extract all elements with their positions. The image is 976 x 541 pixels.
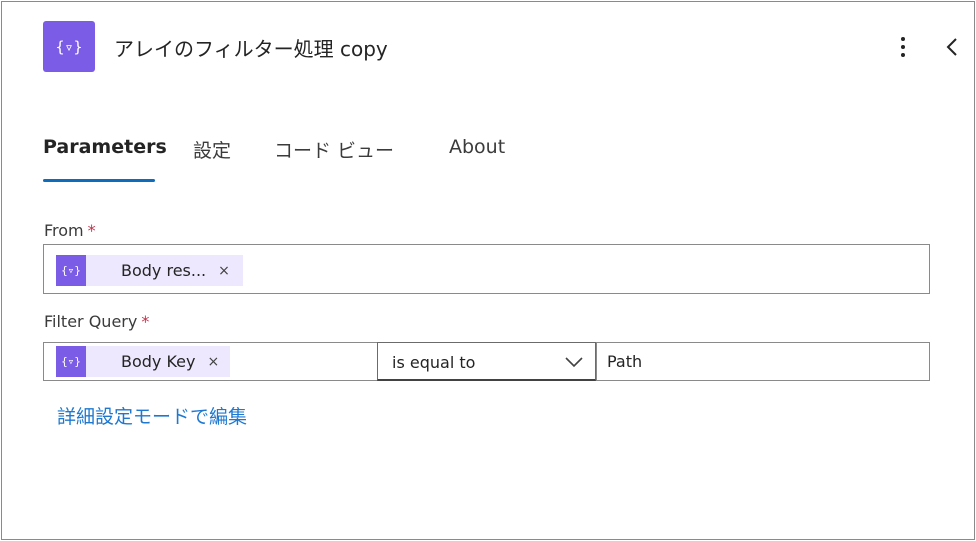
action-panel: {▿} アレイのフィルター処理 copy Parameters 設定 コード ビ… (1, 1, 975, 540)
filter-left-operand-input[interactable]: {▿} Body Key × (43, 342, 378, 381)
from-label-text: From (44, 221, 84, 240)
collapse-panel-button[interactable] (940, 32, 964, 62)
remove-token-icon[interactable]: × (207, 354, 219, 370)
required-mark: * (87, 221, 96, 240)
filter-array-icon: {▿} (43, 21, 95, 72)
tab-parameters[interactable]: Parameters (43, 136, 167, 158)
more-vertical-icon-dot (901, 45, 905, 49)
app-icon-glyph: {▿} (55, 37, 83, 56)
tab-about[interactable]: About (449, 136, 505, 158)
chevron-left-icon (946, 38, 957, 56)
chevron-down-icon (565, 357, 583, 368)
more-vertical-icon-dot (901, 53, 905, 57)
active-tab-indicator (43, 179, 155, 182)
filter-left-token[interactable]: {▿} Body Key × (56, 346, 230, 377)
token-icon-glyph: {▿} (61, 264, 81, 277)
token-icon-glyph: {▿} (61, 355, 81, 368)
dynamic-content-icon: {▿} (56, 255, 86, 286)
from-input[interactable]: {▿} Body res... × (43, 244, 930, 294)
operator-select[interactable]: is equal to (377, 342, 596, 381)
from-token[interactable]: {▿} Body res... × (56, 255, 243, 286)
tab-settings[interactable]: 設定 (193, 136, 231, 163)
edit-advanced-mode-link[interactable]: 詳細設定モードで編集 (57, 402, 247, 429)
tab-code-view[interactable]: コード ビュー (274, 136, 394, 163)
remove-token-icon[interactable]: × (218, 263, 230, 279)
more-options-button[interactable] (892, 32, 914, 62)
filter-right-operand-input[interactable]: Path (596, 342, 930, 381)
filter-query-label: Filter Query * (44, 312, 149, 331)
filter-query-label-text: Filter Query (44, 312, 138, 331)
required-mark: * (141, 312, 150, 331)
from-label: From * (44, 221, 96, 240)
dynamic-content-icon: {▿} (56, 346, 86, 377)
from-token-label: Body res... (121, 261, 207, 280)
more-vertical-icon (901, 37, 905, 41)
action-title[interactable]: アレイのフィルター処理 copy (114, 33, 388, 62)
filter-left-token-label: Body Key (121, 352, 196, 371)
filter-right-value: Path (607, 352, 643, 371)
operator-selected-value: is equal to (392, 353, 476, 372)
